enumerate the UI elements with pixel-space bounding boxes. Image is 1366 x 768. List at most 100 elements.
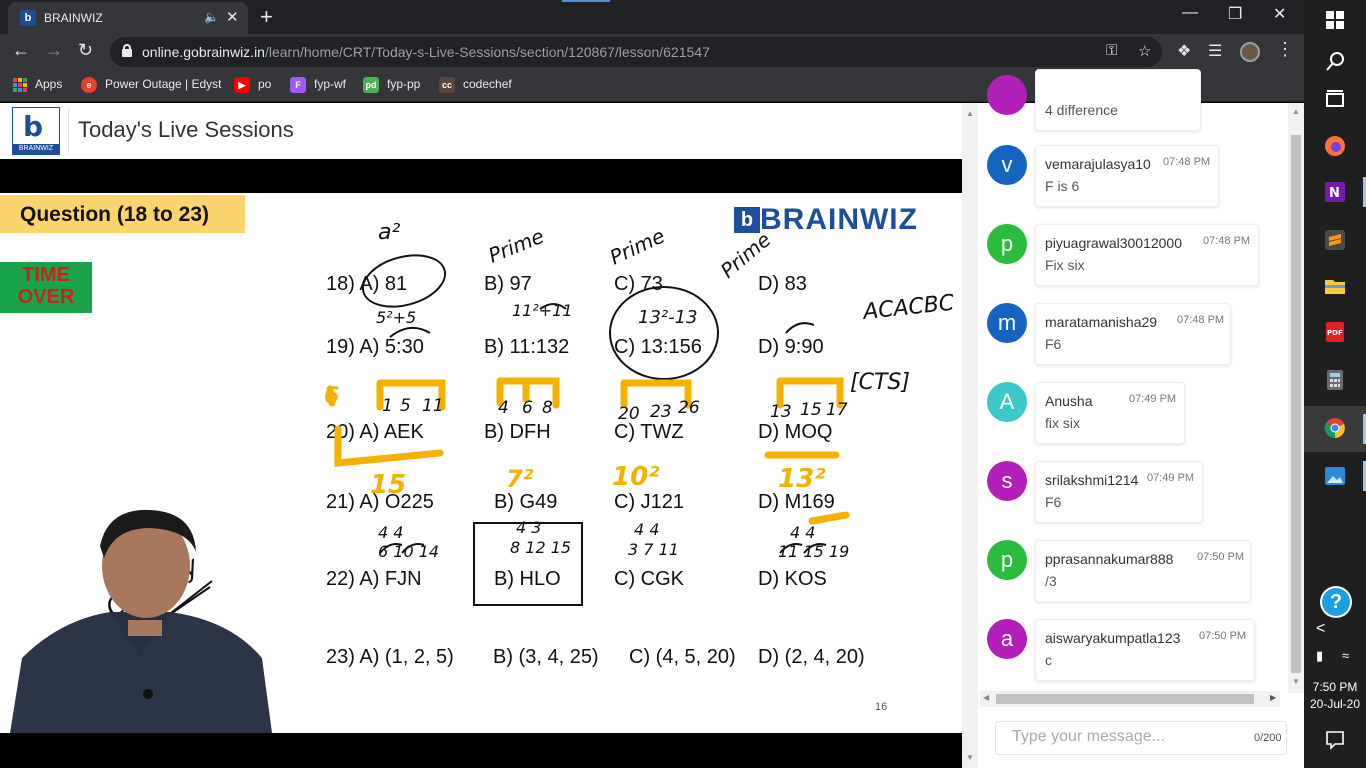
minimize-button[interactable]: —	[1182, 4, 1198, 22]
bookmark-star-icon[interactable]: ☆	[1138, 42, 1151, 60]
back-arrow-icon[interactable]: ←	[12, 40, 30, 61]
help-button[interactable]: ?	[1320, 586, 1352, 618]
photos-icon[interactable]	[1323, 464, 1347, 488]
chat-message: Anusha 07:49 PM fix six	[1035, 382, 1185, 444]
page-title: Today's Live Sessions	[78, 117, 294, 142]
chat-avatar: p	[987, 540, 1027, 580]
arrow-19a	[389, 326, 431, 338]
restore-button[interactable]: ❐	[1228, 4, 1242, 24]
bookmark-power-outage[interactable]: e Power Outage | Edyst	[81, 77, 222, 93]
chat-time: 07:49 PM	[1129, 393, 1177, 405]
annotation-seq-20d-2: 15	[800, 400, 822, 420]
chat-avatar: v	[987, 145, 1027, 185]
chat-text: fix six	[1045, 415, 1080, 431]
chat-message: pprasannakumar888 07:50 PM /3	[1035, 540, 1251, 602]
chevron-left-icon[interactable]: <	[1316, 620, 1325, 638]
chat-text: F is 6	[1045, 178, 1080, 194]
svg-text:N: N	[1329, 186, 1340, 201]
chat-left-scrollbar[interactable]: ▲ ▼	[962, 103, 978, 768]
profile-avatar[interactable]	[1240, 42, 1260, 62]
annotation-seq-20d-1: 13	[770, 402, 792, 422]
chat-input[interactable]	[1012, 728, 1232, 746]
browser-toolbar: ← → ↻ online.gobrainwiz.in/learn/home/CR…	[0, 34, 1304, 70]
figma-icon: F	[290, 77, 306, 93]
bookmark-apps[interactable]: Apps	[13, 77, 62, 92]
windows-start-icon[interactable]	[1323, 8, 1347, 32]
sublime-text-icon[interactable]	[1323, 228, 1347, 252]
browser-tab[interactable]: b BRAINWIZ 🔈 ✕	[8, 2, 248, 34]
annotation-seq-22b: 8 12 15	[510, 538, 571, 557]
annotation-seq-20b-2: 6	[522, 398, 533, 418]
annotation-num-10sq: 10²	[612, 462, 660, 492]
chat-username: vemarajulasya10	[1045, 156, 1151, 172]
chat-avatar: m	[987, 303, 1027, 343]
chat-panel: ▲ ▼ 4 difference v vemarajulasya10 07:48…	[962, 69, 1304, 768]
chat-message: vemarajulasya10 07:48 PM F is 6	[1035, 145, 1219, 207]
forward-arrow-icon[interactable]: →	[45, 40, 63, 61]
pdf-reader-icon[interactable]: PDF	[1323, 320, 1347, 344]
close-tab-icon[interactable]: ✕	[226, 8, 239, 26]
annotation-a2: a²	[378, 220, 400, 245]
new-tab-button[interactable]: +	[260, 4, 273, 30]
circle-81	[361, 254, 447, 308]
annotation-11sq: 11²+11	[512, 301, 573, 320]
bookmark-fyp-pp[interactable]: pd fyp-pp	[363, 77, 420, 93]
chrome-menu-icon[interactable]: ⋮	[1276, 39, 1294, 60]
calculator-icon[interactable]	[1323, 368, 1347, 392]
chat-text: /3	[1045, 573, 1057, 589]
address-bar[interactable]: online.gobrainwiz.in/learn/home/CRT/Toda…	[110, 37, 1162, 67]
file-explorer-icon[interactable]	[1323, 274, 1347, 298]
chat-time: 07:48 PM	[1203, 235, 1251, 247]
battery-icon[interactable]: ▮	[1316, 648, 1323, 664]
annotation-seq-20b-3: 8	[542, 398, 553, 418]
annotation-seq-22c: 3 7 11	[628, 540, 679, 559]
firefox-icon[interactable]	[1323, 134, 1347, 158]
wifi-icon[interactable]: ≈	[1342, 648, 1349, 663]
extensions-puzzle-icon[interactable]: ❖	[1177, 41, 1191, 61]
close-window-button[interactable]: ✕	[1273, 4, 1286, 24]
chat-horizontal-scrollbar[interactable]: ◀ ▶	[980, 691, 1280, 707]
chat-text: F6	[1045, 336, 1062, 352]
bookmark-codechef[interactable]: cc codechef	[439, 77, 512, 93]
annotation-seq-20c-2: 23	[650, 402, 672, 422]
url-text[interactable]: online.gobrainwiz.in/learn/home/CRT/Toda…	[142, 44, 710, 60]
taskbar-date[interactable]: 20-Jul-20	[1304, 697, 1366, 711]
chat-username: Anusha	[1045, 393, 1093, 409]
reload-icon[interactable]: ↻	[78, 40, 93, 61]
search-icon[interactable]	[1323, 50, 1347, 74]
annotation-seq-20a-2: 5	[400, 396, 411, 416]
taskbar-time[interactable]: 7:50 PM	[1304, 680, 1366, 694]
chat-avatar: p	[987, 224, 1027, 264]
media-queue-icon[interactable]: ☰	[1208, 41, 1222, 61]
pd-icon: pd	[363, 77, 379, 93]
annotation-num-13sq: 13²	[778, 464, 826, 494]
chat-avatar: s	[987, 461, 1027, 501]
bookmark-fyp-wf[interactable]: Ffyp-wf	[290, 77, 346, 93]
orange-underline-21d	[808, 511, 850, 525]
chat-time: 07:49 PM	[1147, 472, 1195, 484]
chat-message-field[interactable]: 0/200	[995, 721, 1287, 755]
tab-drag-indicator	[562, 0, 610, 2]
brainwiz-logo[interactable]: b BRAINWIZ	[12, 107, 60, 155]
bookmark-po[interactable]: ▶ po	[234, 77, 271, 93]
edyst-icon: e	[81, 77, 97, 93]
notifications-icon[interactable]	[1323, 728, 1347, 752]
annotation-seq-22a: 6 10 14	[378, 542, 439, 561]
task-view-icon[interactable]	[1323, 88, 1347, 112]
annotation-prime-d: Prime	[716, 227, 776, 282]
speaker-icon[interactable]: 🔈	[204, 10, 219, 24]
key-icon[interactable]: ⚿	[1106, 42, 1117, 59]
video-player[interactable]: Question (18 to 23) TIME OVER b BRAINWIZ …	[0, 159, 962, 768]
tab-title: BRAINWIZ	[44, 11, 103, 25]
annotation-diff-22c: 4 4	[634, 520, 659, 539]
chat-vertical-scrollbar[interactable]: ▲ ▼	[1288, 103, 1304, 693]
chrome-icon[interactable]	[1323, 416, 1347, 440]
chat-text: c	[1045, 652, 1052, 668]
onenote-icon[interactable]: N	[1323, 180, 1347, 204]
annotation-diff-22a: 4 4	[378, 523, 403, 542]
chat-time: 07:50 PM	[1199, 630, 1247, 642]
screen: b BRAINWIZ 🔈 ✕ + — ❐ ✕ ← → ↻ online.gobr…	[0, 0, 1366, 768]
annotation-diff-22d: 4 4	[790, 523, 815, 542]
arrow-19d	[785, 322, 815, 334]
annotation-prime-b: Prime	[485, 224, 547, 268]
